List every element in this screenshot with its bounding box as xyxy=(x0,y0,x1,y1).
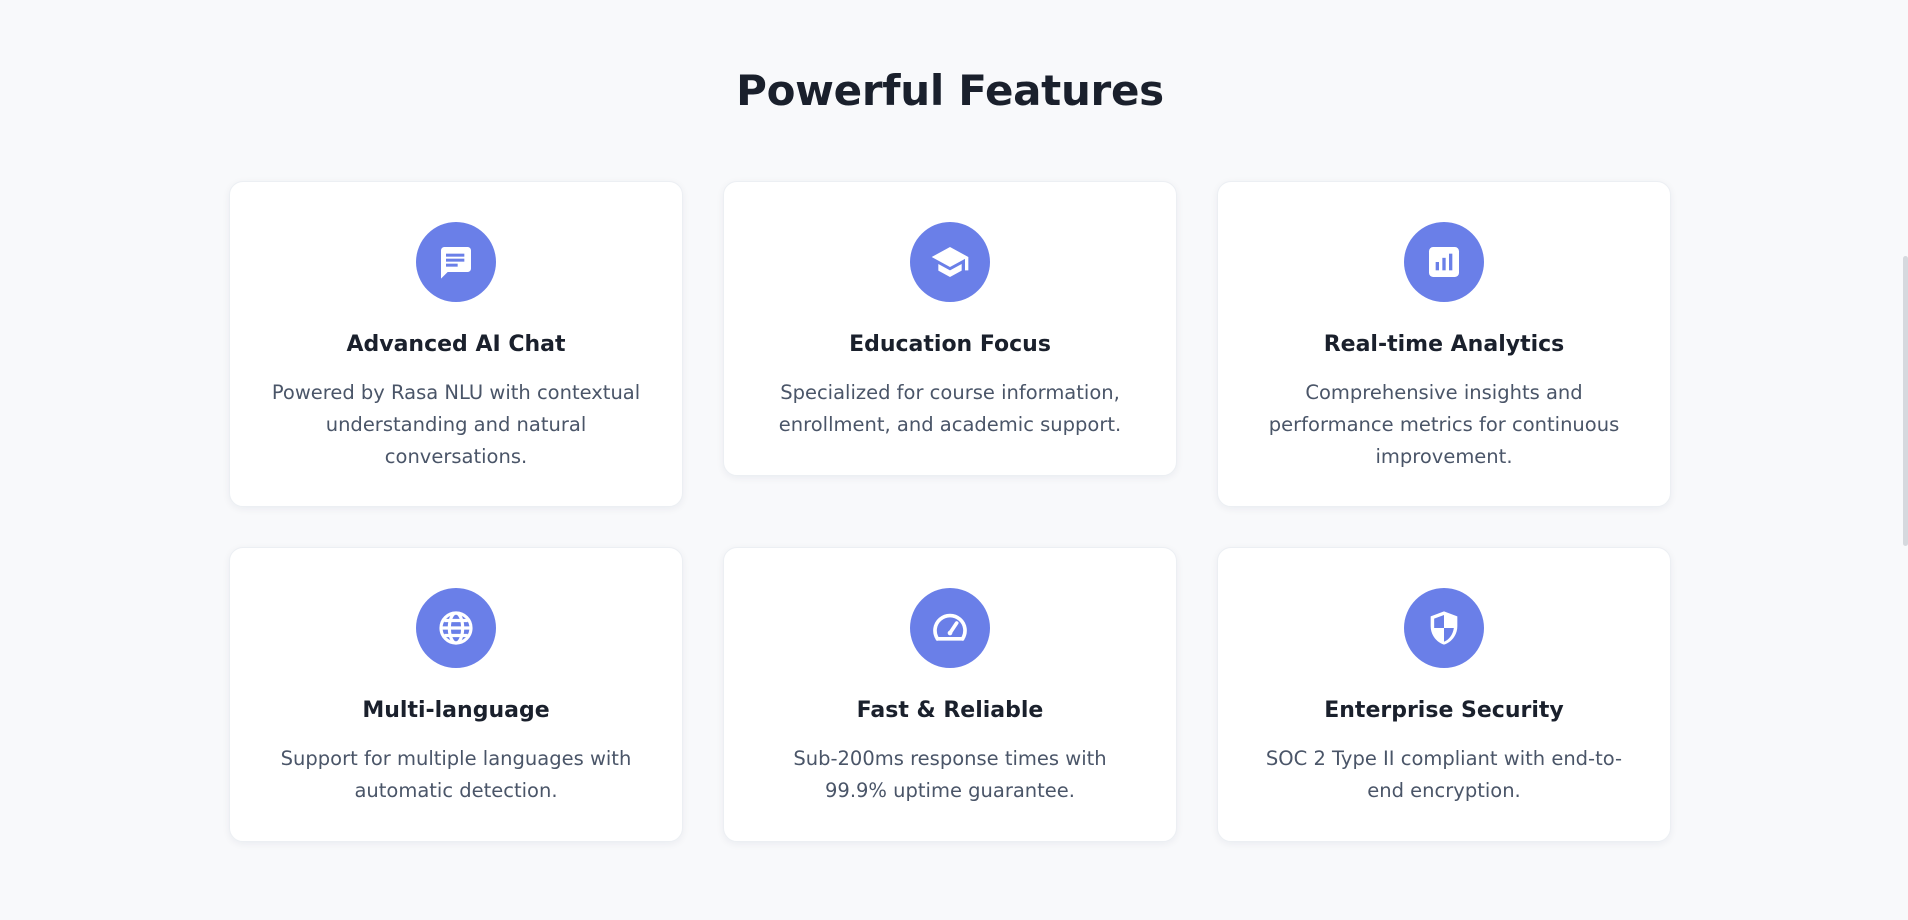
graduation-cap-icon xyxy=(910,222,990,302)
feature-description: SOC 2 Type II compliant with end-to-end … xyxy=(1265,747,1623,802)
section-title: Powerful Features xyxy=(736,66,1164,115)
feature-title: Multi-language xyxy=(362,698,550,723)
features-grid: Advanced AI Chat Powered by Rasa NLU wit… xyxy=(229,181,1671,842)
feature-title: Advanced AI Chat xyxy=(346,332,566,357)
globe-icon xyxy=(416,588,496,668)
shield-icon xyxy=(1404,588,1484,668)
scrollbar-thumb[interactable] xyxy=(1903,256,1908,546)
feature-title: Fast & Reliable xyxy=(856,698,1044,723)
chat-icon xyxy=(416,222,496,302)
feature-card-advanced-ai-chat: Advanced AI Chat Powered by Rasa NLU wit… xyxy=(229,181,683,507)
feature-description: Support for multiple languages with auto… xyxy=(280,747,632,802)
feature-description: Specialized for course information, enro… xyxy=(778,381,1122,436)
feature-card-fast-reliable: Fast & Reliable Sub-200ms response times… xyxy=(723,547,1177,842)
feature-card-enterprise-security: Enterprise Security SOC 2 Type II compli… xyxy=(1217,547,1671,842)
speedometer-icon xyxy=(910,588,990,668)
feature-card-real-time-analytics: Real-time Analytics Comprehensive insigh… xyxy=(1217,181,1671,507)
feature-description: Powered by Rasa NLU with contextual unde… xyxy=(271,381,641,468)
feature-description: Sub-200ms response times with 99.9% upti… xyxy=(793,747,1107,802)
feature-title: Education Focus xyxy=(849,332,1051,357)
feature-title: Real-time Analytics xyxy=(1323,332,1565,357)
analytics-icon xyxy=(1404,222,1484,302)
feature-description: Comprehensive insights and performance m… xyxy=(1268,381,1620,468)
feature-card-multi-language: Multi-language Support for multiple lang… xyxy=(229,547,683,842)
feature-card-education-focus: Education Focus Specialized for course i… xyxy=(723,181,1177,476)
features-page: Powerful Features Advanced AI Chat Power… xyxy=(0,0,1908,920)
feature-title: Enterprise Security xyxy=(1324,698,1564,723)
